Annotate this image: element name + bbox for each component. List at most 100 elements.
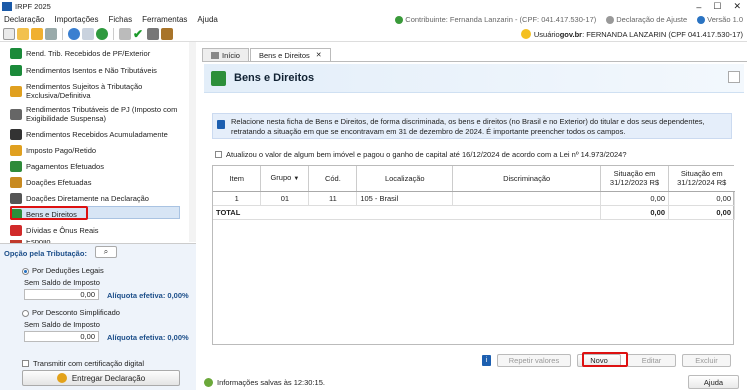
valor-deducoes: 0,00 <box>24 289 99 300</box>
bens-direitos-icon <box>211 71 226 86</box>
sidebar-item[interactable]: Rendimentos Sujeitos à Tributação Exclus… <box>10 82 182 100</box>
sidebar-item-label: Dívidas e Ônus Reais <box>26 226 99 235</box>
sidebar-item[interactable]: Rendimentos Isentos e Não Tributáveis <box>10 65 182 76</box>
sync-icon[interactable] <box>68 27 80 40</box>
transmitir-checkbox[interactable]: Transmitir com certificação digital <box>22 359 144 368</box>
import-folder-icon[interactable] <box>31 27 43 40</box>
aliquota-label-2: Alíquota efetiva: 0,00% <box>107 333 189 342</box>
tab-bens-label: Bens e Direitos <box>258 50 310 60</box>
highlight-novo <box>582 352 628 367</box>
trash-icon[interactable] <box>45 27 57 40</box>
ajuda-button[interactable]: Ajuda <box>688 375 739 389</box>
highlight-bens-direitos <box>10 206 88 220</box>
sidebar-item-label: Rendimentos Sujeitos à Tributação Exclus… <box>26 82 143 100</box>
sidebar-item-label: Doações Efetuadas <box>26 178 92 187</box>
sidebar-item-label: Rend. Trib. Recebidos de PF/Exterior <box>26 49 151 58</box>
col-grupo[interactable]: Grupo ▼ <box>260 166 310 192</box>
new-file-icon[interactable] <box>3 27 15 40</box>
excluir-button[interactable]: Excluir <box>682 353 731 367</box>
radio-deducoes[interactable]: Por Deduções Legais <box>22 266 104 275</box>
cell-item: 1 <box>213 191 262 206</box>
sidebar-item-label: Doações Diretamente na Declaração <box>26 194 149 203</box>
monitor-icon[interactable] <box>82 27 94 40</box>
aliquota-label-1: Alíquota efetiva: 0,00% <box>107 291 189 300</box>
sidebar-item[interactable]: Doações Diretamente na Declaração <box>10 193 182 204</box>
sidebar-item[interactable]: Doações Efetuadas <box>10 177 182 188</box>
sidebar-item-label: Rendimentos Isentos e Não Tributáveis <box>26 66 157 75</box>
close-tab-icon[interactable]: ✕ <box>316 51 322 59</box>
maximize-icon[interactable]: ☐ <box>713 1 721 12</box>
sidebar-item[interactable]: Rendimentos Tributáveis de PJ (Imposto c… <box>10 105 182 123</box>
info-icon <box>697 16 706 24</box>
radio-simplificado[interactable]: Por Desconto Simplificado <box>22 308 120 317</box>
user-prefix: Usuário <box>533 29 560 39</box>
tab-bar: Início Bens e Direitos ✕ <box>202 47 332 61</box>
check-icon <box>395 16 404 24</box>
sidebar-item[interactable]: Rendimentos Recebidos Acumuladamente <box>10 129 182 140</box>
ganho-capital-checkbox[interactable]: Atualizou o valor de algum bem imóvel e … <box>215 150 627 159</box>
info-icon[interactable]: i <box>482 354 491 366</box>
sem-saldo-label-2: Sem Saldo de Imposto <box>24 320 100 329</box>
simplificado-label: Por Desconto Simplificado <box>32 308 120 317</box>
ganho-capital-label: Atualizou o valor de algum bem imóvel e … <box>226 150 627 159</box>
bens-table: Item Grupo ▼ Cód. Localização Discrimina… <box>212 165 735 345</box>
cell-discriminacao <box>452 191 602 206</box>
sidebar-item-label: Imposto Pago/Retido <box>26 146 97 155</box>
globe-icon[interactable] <box>96 27 108 40</box>
minimize-icon[interactable]: – <box>696 2 701 12</box>
col-sit2023[interactable]: Situação em 31/12/2023 R$ <box>600 166 669 192</box>
sidebar-item[interactable]: Pagamentos Efetuados <box>10 161 182 172</box>
top-status: Contribuinte: Fernanda Lanzarin - (CPF: … <box>395 13 743 26</box>
sidebar-item[interactable]: Rend. Trib. Recebidos de PF/Exterior <box>10 48 182 59</box>
checkmark-icon[interactable]: ✔ <box>133 28 145 40</box>
repetir-valores-button[interactable]: Repetir valores <box>497 353 571 367</box>
document-icon[interactable] <box>161 27 173 40</box>
menu-fichas[interactable]: Fichas <box>104 15 138 24</box>
tab-inicio[interactable]: Início <box>202 48 249 61</box>
search-icon[interactable]: ⌕ <box>95 246 117 258</box>
sidebar-item-icon <box>10 129 22 140</box>
page-header: Bens e Direitos <box>204 64 744 93</box>
sidebar-item-label: Rendimentos Tributáveis de PJ (Imposto c… <box>26 105 178 123</box>
col-discriminacao[interactable]: Discriminação <box>452 166 602 192</box>
total-sit2023: 0,00 <box>600 204 669 220</box>
close-icon[interactable]: ✕ <box>733 1 741 12</box>
total-sit2024: 0,00 <box>668 204 735 220</box>
col-cod[interactable]: Cód. <box>308 166 358 192</box>
cell-sit2023: 0,00 <box>600 191 669 206</box>
editar-button[interactable]: Editar <box>627 353 676 367</box>
menu-declaracao[interactable]: Declaração <box>0 15 49 24</box>
sidebar-item-icon <box>10 161 22 172</box>
tab-bens-direitos[interactable]: Bens e Direitos ✕ <box>249 48 331 61</box>
info-text: Relacione nesta ficha de Bens e Direitos… <box>231 117 705 136</box>
menu-ferramentas[interactable]: Ferramentas <box>137 15 192 24</box>
sort-down-icon: ▼ <box>293 175 300 182</box>
col-localizacao[interactable]: Localização <box>356 166 454 192</box>
col-item[interactable]: Item <box>213 166 262 192</box>
sidebar-item-icon <box>10 108 22 120</box>
print-icon[interactable] <box>119 27 131 40</box>
menu-ajuda[interactable]: Ajuda <box>192 15 222 24</box>
radio-off-icon <box>22 309 29 317</box>
status-text: Informações salvas às 12:30:15. <box>217 377 325 387</box>
sem-saldo-label-1: Sem Saldo de Imposto <box>24 278 100 287</box>
total-row: TOTAL 0,00 0,00 <box>213 204 735 220</box>
entregar-declaracao-button[interactable]: Entregar Declaração <box>22 370 180 386</box>
info-box: Relacione nesta ficha de Bens e Direitos… <box>212 113 732 139</box>
sidebar-item[interactable]: Dívidas e Ônus Reais <box>10 225 182 236</box>
cell-grupo: 01 <box>260 191 310 206</box>
deducoes-label: Por Deduções Legais <box>32 266 104 275</box>
calculator-icon[interactable] <box>147 27 159 40</box>
expand-icon[interactable] <box>728 71 740 83</box>
col-sit2024[interactable]: Situação em 31/12/2024 R$ <box>668 166 735 192</box>
menu-importacoes[interactable]: Importações <box>49 15 103 24</box>
radio-on-icon <box>22 267 29 275</box>
sidebar-scrollbar[interactable] <box>189 42 196 242</box>
table-row[interactable]: 1 01 11 105 - Brasil 0,00 0,00 <box>213 191 735 206</box>
sidebar-item-icon <box>10 48 22 59</box>
sidebar-item[interactable]: Imposto Pago/Retido <box>10 145 182 156</box>
cell-sit2024: 0,00 <box>668 191 735 206</box>
info-icon <box>217 120 225 129</box>
declaracao-label: Declaração de Ajuste <box>616 14 688 24</box>
open-folder-icon[interactable] <box>17 27 29 40</box>
